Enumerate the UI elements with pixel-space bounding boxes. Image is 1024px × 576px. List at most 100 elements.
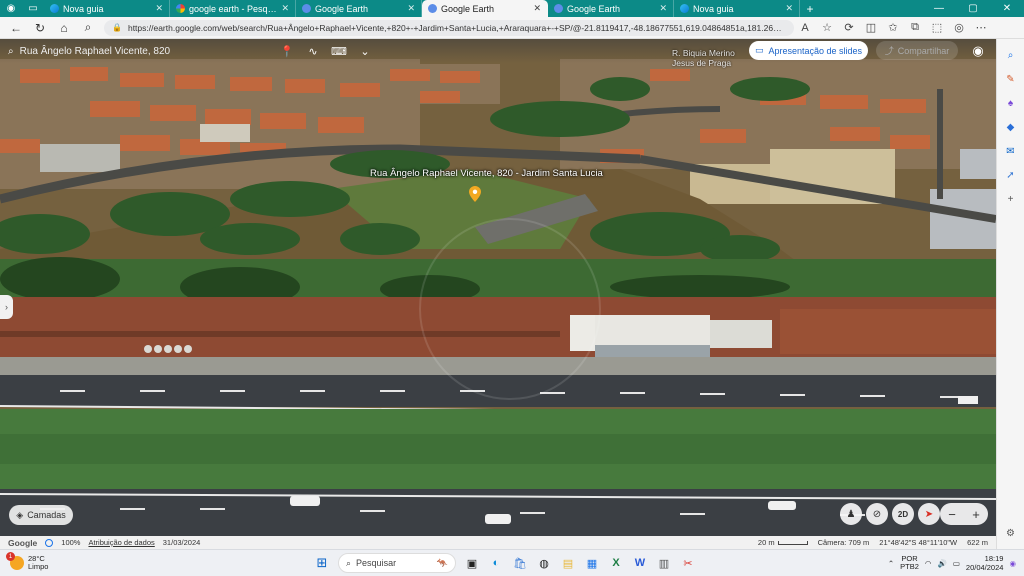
close-icon[interactable]: ✕ [407, 3, 415, 14]
close-icon[interactable]: ✕ [785, 3, 793, 14]
split-screen-icon[interactable]: ◫ [860, 18, 882, 38]
games-sidebar-icon[interactable]: ♠ [1003, 95, 1019, 111]
profile-icon[interactable]: ◉ [0, 0, 22, 17]
share-icon: ⤴ [884, 46, 894, 56]
battery-icon[interactable]: ▭ [953, 559, 960, 568]
tab-google-earth-active[interactable]: Google Earth ✕ [422, 0, 548, 17]
search-icon[interactable]: ⌕ [8, 46, 14, 57]
url-field[interactable]: 🔒 https://earth.google.com/web/search/Ru… [104, 19, 794, 36]
snipping-tool-icon[interactable]: ✂ [678, 553, 698, 573]
weather-condition: Limpo [28, 562, 49, 571]
store-taskbar-icon[interactable]: 🛍 [510, 553, 530, 573]
tab-google-earth-3[interactable]: Google Earth ✕ [548, 0, 674, 17]
data-attribution-link[interactable]: Atribuição de dados [88, 538, 154, 547]
copilot-icon[interactable]: ◎ [948, 18, 970, 38]
edge-taskbar-icon[interactable]: ◐ [486, 553, 506, 573]
slideshow-button[interactable]: ▭ Apresentação de slides [749, 41, 868, 60]
tab-title: Google Earth [315, 3, 369, 14]
tab-google-search[interactable]: google earth - Pesquisar ✕ [170, 0, 296, 17]
zoom-in-button[interactable]: + [972, 507, 980, 522]
chevron-up-icon[interactable]: ⌃ [888, 559, 894, 568]
clock[interactable]: 18:19 20/04/2024 [966, 554, 1004, 572]
tab-nova-guia-2[interactable]: Nova guia ✕ [674, 0, 800, 17]
status-right: 20 m Câmera: 709 m 21°48'42"S 48°11'10"W… [758, 538, 988, 547]
maximize-icon[interactable]: ▢ [956, 3, 990, 14]
window-controls: — ▢ ✕ [922, 3, 1024, 14]
read-aloud-icon[interactable]: A [794, 18, 816, 38]
copilot-taskbar-icon[interactable]: ◉ [1009, 559, 1016, 568]
tab-title: Nova guia [63, 3, 104, 14]
satellite-imagery[interactable] [0, 39, 996, 536]
tab-nova-guia-1[interactable]: Nova guia ✕ [44, 0, 170, 17]
collections-icon[interactable]: ⧉ [904, 18, 926, 38]
wifi-icon[interactable]: ◠ [925, 559, 932, 568]
street-view-pegman-icon[interactable]: ♟ [840, 503, 862, 525]
favorites-icon[interactable]: ✩ [882, 18, 904, 38]
file-explorer-icon[interactable]: ▤ [558, 553, 578, 573]
dell-taskbar-icon[interactable]: ◍ [534, 553, 554, 573]
office-sidebar-icon[interactable]: ◆ [1003, 119, 1019, 135]
app-taskbar-icon[interactable]: ▥ [654, 553, 674, 573]
sidebar-settings-icon[interactable]: ⚙ [1003, 525, 1019, 541]
close-icon[interactable]: ✕ [659, 3, 667, 14]
imagery-date: 31/03/2024 [162, 538, 201, 547]
weather-badge: 1 [6, 552, 15, 561]
location-pin-icon[interactable]: 📍 [278, 42, 296, 60]
taskbar-search[interactable]: ⌕ Pesquisar 🦘 [338, 553, 456, 573]
menu-icon[interactable]: ⋯ [970, 18, 992, 38]
close-icon[interactable]: ✕ [155, 3, 163, 14]
home-icon[interactable]: ⌂ [52, 18, 76, 38]
language-indicator[interactable]: POR PTB2 [900, 555, 919, 571]
refresh-page-icon[interactable]: ⟳ [838, 18, 860, 38]
volume-icon[interactable]: 🔊 [937, 559, 946, 568]
location-disabled-icon[interactable]: ⊘ [866, 503, 888, 525]
tools-sidebar-icon[interactable]: ✎ [1003, 71, 1019, 87]
close-window-icon[interactable]: ✕ [990, 3, 1024, 14]
sun-icon: 1 [6, 552, 24, 570]
drop-sidebar-icon[interactable]: ➚ [1003, 167, 1019, 183]
earth-search-field[interactable]: ⌕ Rua Ângelo Raphael Vicente, 820 [8, 42, 270, 60]
back-arrow-icon[interactable]: ← [4, 18, 28, 38]
word-taskbar-icon[interactable]: W [630, 553, 650, 573]
account-avatar-icon[interactable]: ◉ [968, 41, 988, 60]
place-name-label: R. Biquia Merino Jesus de Praga [672, 48, 735, 68]
minimize-icon[interactable]: — [922, 3, 956, 14]
close-icon[interactable]: ✕ [533, 3, 541, 14]
earth-map-viewport[interactable] [0, 39, 996, 536]
excel-taskbar-icon[interactable]: X [606, 553, 626, 573]
layers-button[interactable]: ◈ Camadas [9, 505, 73, 525]
lock-icon[interactable]: 🔒 [112, 23, 122, 32]
map-pin-icon[interactable] [469, 186, 481, 202]
search-icon[interactable]: ⌕ [76, 18, 100, 38]
keyboard-icon[interactable]: ⌨ [330, 42, 348, 60]
lang-secondary: PTB2 [900, 562, 919, 571]
close-icon[interactable]: ✕ [281, 3, 289, 14]
share-button[interactable]: ⤴ Compartilhar [876, 41, 958, 60]
extensions-icon[interactable]: ⬚ [926, 18, 948, 38]
expand-panel-handle[interactable]: › [0, 295, 13, 319]
tab-title: google earth - Pesquisar [189, 3, 278, 14]
photos-taskbar-icon[interactable]: ▦ [582, 553, 602, 573]
google-search-icon [176, 4, 185, 13]
tab-title: Google Earth [441, 3, 495, 14]
chevron-down-icon[interactable]: ⌄ [356, 42, 374, 60]
zoom-out-button[interactable]: − [948, 507, 956, 522]
weather-text: 28°C Limpo [28, 555, 48, 571]
toggle-2d-button[interactable]: 2D [892, 503, 914, 525]
search-sidebar-icon[interactable]: ⌕ [1003, 47, 1019, 63]
favorite-star-icon[interactable]: ☆ [816, 18, 838, 38]
windows-start-icon[interactable]: ⊞ [312, 553, 332, 573]
tab-actions-icon[interactable]: ▭ [22, 0, 44, 17]
refresh-icon[interactable]: ↻ [28, 18, 52, 38]
compass-icon[interactable]: ➤ [918, 503, 940, 525]
weather-widget[interactable]: 1 28°C Limpo [0, 552, 130, 571]
windows-taskbar: 1 28°C Limpo ⊞ ⌕ Pesquisar 🦘 ▣ ◐ 🛍 ◍ ▤ ▦… [0, 549, 1024, 576]
scale-bar-line [777, 540, 808, 545]
tab-title: Google Earth [567, 3, 621, 14]
add-sidebar-icon[interactable]: + [1003, 191, 1019, 207]
tab-google-earth-1[interactable]: Google Earth ✕ [296, 0, 422, 17]
task-view-icon[interactable]: ▣ [462, 553, 482, 573]
outlook-sidebar-icon[interactable]: ✉ [1003, 143, 1019, 159]
new-tab-button[interactable]: + [800, 2, 820, 16]
measure-path-icon[interactable]: ∿ [304, 42, 322, 60]
